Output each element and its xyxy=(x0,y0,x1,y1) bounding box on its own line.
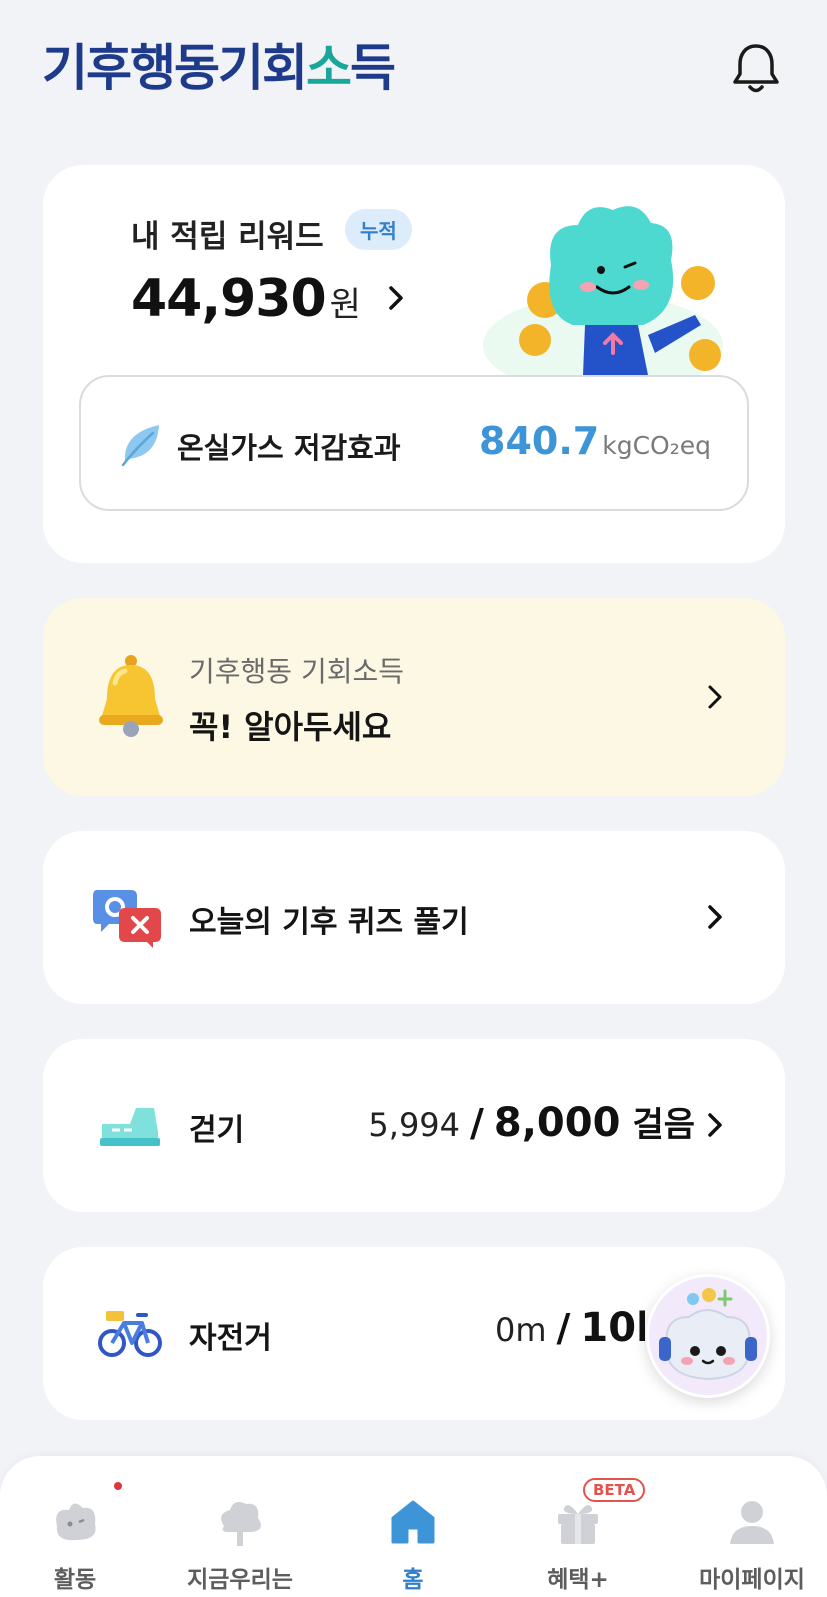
bicycle-progress: 0m / 10k xyxy=(495,1305,645,1351)
bicycle-current: 0m xyxy=(495,1311,547,1349)
app-header: 기후행동기회소득 xyxy=(0,0,827,130)
walking-unit: 걸음 xyxy=(632,1105,695,1145)
activity-icon xyxy=(49,1496,101,1548)
bicycle-icon xyxy=(98,1305,162,1359)
ghg-value: 840.7 kgCO₂eq xyxy=(479,419,711,463)
nav-label-mypage: 마이페이지 xyxy=(699,1567,805,1593)
bell-icon[interactable] xyxy=(730,40,782,96)
mascot-illustration xyxy=(473,195,733,395)
cumulative-badge: 누적 xyxy=(345,209,412,250)
ghg-label: 온실가스 저감효과 xyxy=(177,431,401,465)
ghg-value-number: 840.7 xyxy=(479,419,600,463)
notification-dot xyxy=(114,1482,122,1490)
nav-item-benefits[interactable]: BETA 혜택+ xyxy=(503,1456,653,1597)
notice-card[interactable]: 기후행동 기회소득 꼭! 알아두세요 xyxy=(43,598,785,796)
home-icon xyxy=(387,1496,439,1548)
reward-amount-value: 44,930 xyxy=(131,269,327,329)
beta-badge: BETA xyxy=(583,1478,646,1502)
climate-quiz-card[interactable]: 오늘의 기후 퀴즈 풀기 xyxy=(43,831,785,1004)
bicycle-label: 자전거 xyxy=(189,1321,272,1356)
nav-item-home[interactable]: 홈 xyxy=(338,1456,488,1597)
notice-title: 꼭! 알아두세요 xyxy=(189,708,392,746)
nav-item-activity[interactable]: 활동 xyxy=(0,1456,150,1597)
ghg-reduction-box: 온실가스 저감효과 840.7 kgCO₂eq xyxy=(79,375,749,511)
reward-amount[interactable]: 44,930 원 xyxy=(131,269,361,329)
chevron-right-icon[interactable] xyxy=(383,285,409,311)
walking-card[interactable]: 걷기 5,994 / 8,000 걸음 xyxy=(43,1039,785,1212)
bicycle-goal: 10k xyxy=(580,1305,645,1351)
reward-title: 내 적립 리워드 xyxy=(131,219,324,255)
home-screen: 기후행동기회소득 내 적립 리워드 누적 44,930 원 온실가스 저감효과 … xyxy=(0,0,827,1597)
logo-text-end: 득 xyxy=(350,39,396,97)
logo-accent-text: 소 xyxy=(306,39,352,97)
walking-progress: 5,994 / 8,000 걸음 xyxy=(368,1097,695,1146)
user-icon xyxy=(726,1496,778,1548)
nav-label-activity: 활동 xyxy=(53,1567,97,1593)
reward-card[interactable]: 내 적립 리워드 누적 44,930 원 온실가스 저감효과 840.7 kgC… xyxy=(43,165,785,563)
logo-text: 기후행동기회 xyxy=(42,39,308,97)
ghg-value-unit: kgCO₂eq xyxy=(602,431,711,460)
walking-separator: / xyxy=(470,1101,484,1145)
nav-label-home: 홈 xyxy=(402,1567,424,1593)
walking-goal: 8,000 xyxy=(493,1100,621,1146)
yellow-bell-icon xyxy=(95,653,167,739)
reward-amount-unit: 원 xyxy=(329,285,361,325)
nav-label-benefits: 혜택+ xyxy=(547,1567,609,1593)
tree-icon xyxy=(214,1496,266,1548)
chevron-right-icon[interactable] xyxy=(701,1111,729,1139)
quiz-ox-icon xyxy=(91,886,163,948)
leaf-icon xyxy=(117,421,163,467)
gift-icon xyxy=(552,1496,604,1548)
chevron-right-icon[interactable] xyxy=(701,683,729,711)
chatbot-floating-button[interactable] xyxy=(646,1274,770,1398)
notice-subtitle: 기후행동 기회소득 xyxy=(189,655,404,688)
walking-label: 걷기 xyxy=(189,1113,245,1148)
nav-item-mypage[interactable]: 마이페이지 xyxy=(677,1456,827,1597)
nav-label-now: 지금우리는 xyxy=(187,1567,293,1593)
bottom-navigation: 활동 지금우리는 홈 BETA 혜택+ 마이페이지 xyxy=(0,1456,827,1597)
walking-current: 5,994 xyxy=(368,1106,461,1144)
bicycle-separator: / xyxy=(556,1306,571,1350)
nav-item-now[interactable]: 지금우리는 xyxy=(165,1456,315,1597)
chevron-right-icon[interactable] xyxy=(701,903,729,931)
app-logo: 기후행동기회소득 xyxy=(42,28,396,100)
sneaker-icon xyxy=(98,1104,162,1150)
quiz-label: 오늘의 기후 퀴즈 풀기 xyxy=(189,905,469,940)
